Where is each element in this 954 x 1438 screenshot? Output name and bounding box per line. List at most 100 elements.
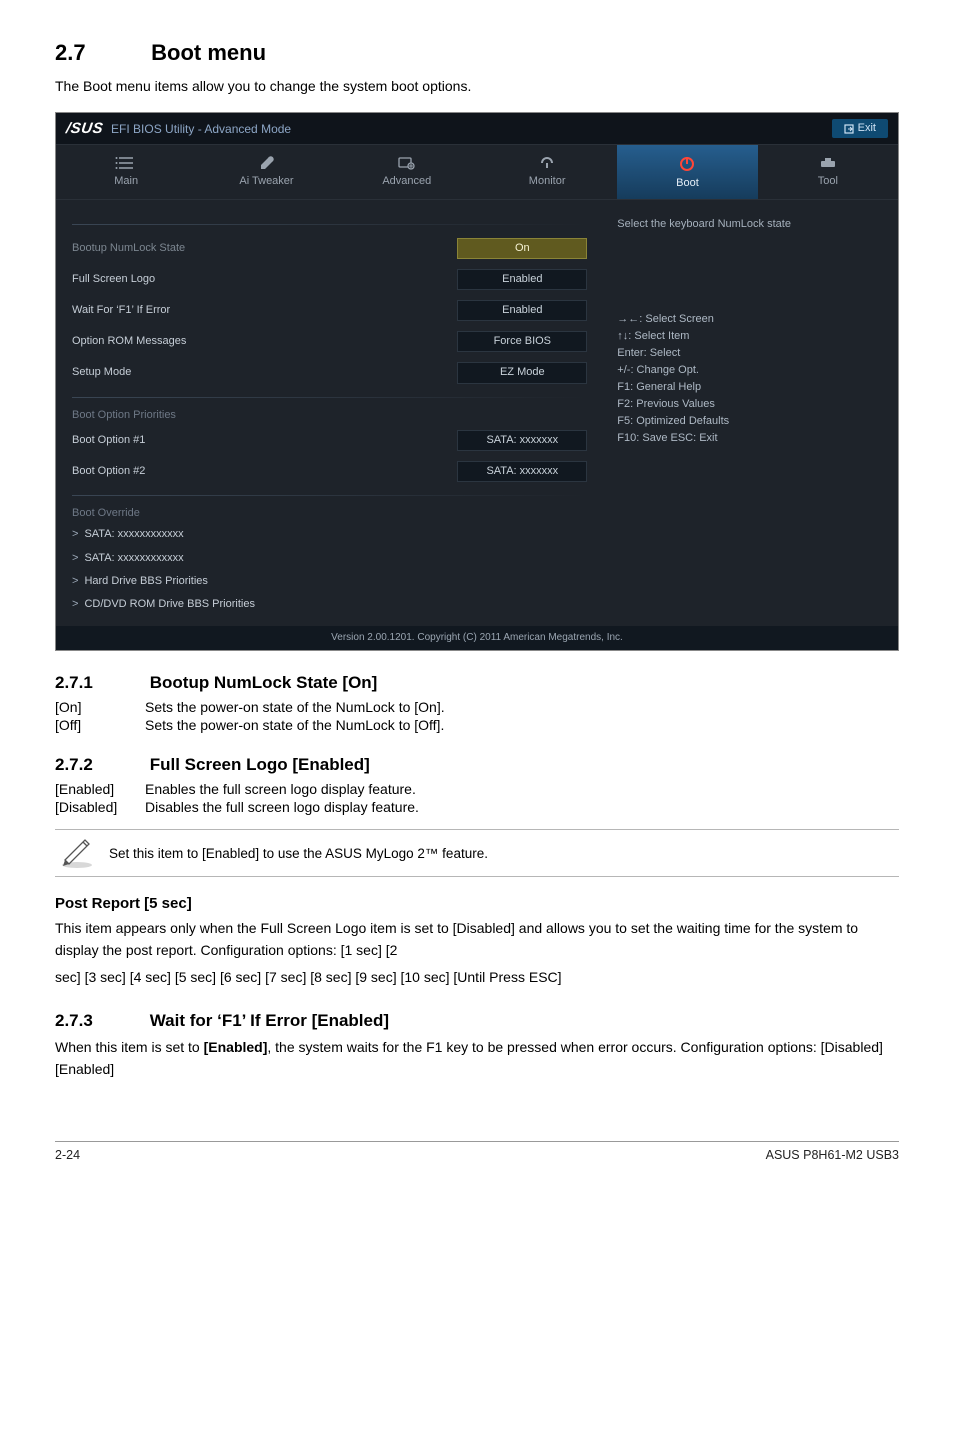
- label-setupmode: Setup Mode: [72, 366, 457, 379]
- value-logo[interactable]: Enabled: [457, 269, 587, 290]
- tab-monitor[interactable]: Monitor: [477, 145, 617, 198]
- monitor-icon: [536, 155, 558, 171]
- body-pre: When this item is set to: [55, 1039, 204, 1055]
- key-hints: →←: Select Screen ↑↓: Select Item Enter:…: [617, 311, 882, 447]
- section-intro: The Boot menu items allow you to change …: [55, 76, 899, 96]
- bios-title: EFI BIOS Utility - Advanced Mode: [111, 122, 291, 136]
- row-boot-opt1[interactable]: Boot Option #1 SATA: xxxxxxx: [72, 425, 587, 456]
- tab-boot[interactable]: Boot: [617, 145, 757, 198]
- def-val: Enables the full screen logo display fea…: [145, 781, 899, 797]
- def-key: [On]: [55, 699, 145, 715]
- def-list-271: [On]Sets the power-on state of the NumLo…: [55, 699, 899, 733]
- key-hint: ↑↓: Select Item: [617, 328, 882, 345]
- row-boot-opt2[interactable]: Boot Option #2 SATA: xxxxxxx: [72, 456, 587, 487]
- def-key: [Off]: [55, 717, 145, 733]
- row-numlock[interactable]: Bootup NumLock State On: [72, 233, 587, 264]
- def-val: Disables the full screen logo display fe…: [145, 799, 899, 815]
- tab-main-label: Main: [56, 175, 196, 188]
- key-hint: +/-: Change Opt.: [617, 362, 882, 379]
- value-waitf1[interactable]: Enabled: [457, 300, 587, 321]
- label-override-sata2: SATA: xxxxxxxxxxxx: [84, 552, 587, 565]
- note-pencil-icon: [57, 836, 97, 870]
- boot-override-header: Boot Override: [72, 504, 587, 523]
- row-override-sata1[interactable]: > SATA: xxxxxxxxxxxx: [72, 523, 587, 546]
- exit-button[interactable]: Exit: [832, 119, 888, 138]
- bios-titlebar: /SUS EFI BIOS Utility - Advanced Mode Ex…: [56, 113, 898, 144]
- tab-main[interactable]: Main: [56, 145, 196, 198]
- post-report-p1: This item appears only when the Full Scr…: [55, 918, 899, 961]
- wrench-icon: [255, 155, 277, 171]
- brand-logo: /SUS: [65, 120, 105, 138]
- tool-icon: [817, 155, 839, 171]
- boot-priorities-header: Boot Option Priorities: [72, 406, 587, 425]
- value-boot-opt2[interactable]: SATA: xxxxxxx: [457, 461, 587, 482]
- subsection-273-body: When this item is set to [Enabled], the …: [55, 1037, 899, 1080]
- key-hint: F1: General Help: [617, 379, 882, 396]
- label-optrom: Option ROM Messages: [72, 335, 457, 348]
- tab-boot-label: Boot: [617, 177, 757, 190]
- subsection-271: 2.7.1 Bootup NumLock State [On]: [55, 673, 899, 693]
- bios-right-pane: Select the keyboard NumLock state →←: Se…: [603, 200, 898, 626]
- tab-ai-label: Ai Tweaker: [196, 175, 336, 188]
- row-override-hdd[interactable]: > Hard Drive BBS Priorities: [72, 570, 587, 593]
- bios-left-pane: Bootup NumLock State On Full Screen Logo…: [56, 200, 603, 626]
- note-box: Set this item to [Enabled] to use the AS…: [55, 829, 899, 877]
- def-val: Sets the power-on state of the NumLock t…: [145, 717, 899, 733]
- post-report-heading: Post Report [5 sec]: [55, 895, 899, 912]
- def-key: [Enabled]: [55, 781, 145, 797]
- value-optrom[interactable]: Force BIOS: [457, 331, 587, 352]
- tab-advanced-label: Advanced: [337, 175, 477, 188]
- key-hint: Enter: Select: [617, 345, 882, 362]
- row-override-sata2[interactable]: > SATA: xxxxxxxxxxxx: [72, 547, 587, 570]
- def-key: [Disabled]: [55, 799, 145, 815]
- chevron-right-icon: >: [72, 552, 78, 565]
- post-report-p2: sec] [3 sec] [4 sec] [5 sec] [6 sec] [7 …: [55, 967, 899, 989]
- page-number: 2-24: [55, 1148, 80, 1162]
- page-footer: 2-24 ASUS P8H61-M2 USB3: [55, 1141, 899, 1162]
- chevron-right-icon: >: [72, 575, 78, 588]
- tab-monitor-label: Monitor: [477, 175, 617, 188]
- subsection-272: 2.7.2 Full Screen Logo [Enabled]: [55, 755, 899, 775]
- value-numlock[interactable]: On: [457, 238, 587, 259]
- tab-tool[interactable]: Tool: [758, 145, 898, 198]
- bios-panel: /SUS EFI BIOS Utility - Advanced Mode Ex…: [55, 112, 899, 651]
- row-waitf1[interactable]: Wait For ‘F1’ If Error Enabled: [72, 295, 587, 326]
- key-hint: F10: Save ESC: Exit: [617, 430, 882, 447]
- key-hint: F5: Optimized Defaults: [617, 413, 882, 430]
- label-boot-opt1: Boot Option #1: [72, 434, 457, 447]
- key-hint: →←: Select Screen: [617, 311, 882, 328]
- section-heading: 2.7 Boot menu: [55, 40, 899, 66]
- power-icon: [676, 155, 698, 173]
- label-numlock: Bootup NumLock State: [72, 242, 457, 255]
- product-name: ASUS P8H61-M2 USB3: [766, 1148, 899, 1162]
- label-boot-opt2: Boot Option #2: [72, 465, 457, 478]
- chevron-right-icon: >: [72, 598, 78, 611]
- subsection-number: 2.7.2: [55, 755, 145, 775]
- row-optrom[interactable]: Option ROM Messages Force BIOS: [72, 326, 587, 357]
- exit-label: Exit: [858, 122, 876, 135]
- value-boot-opt1[interactable]: SATA: xxxxxxx: [457, 430, 587, 451]
- tab-tool-label: Tool: [758, 175, 898, 188]
- row-logo[interactable]: Full Screen Logo Enabled: [72, 264, 587, 295]
- key-hint: F2: Previous Values: [617, 396, 882, 413]
- tab-advanced[interactable]: Advanced: [337, 145, 477, 198]
- label-logo: Full Screen Logo: [72, 273, 457, 286]
- label-override-sata1: SATA: xxxxxxxxxxxx: [84, 528, 587, 541]
- bios-tabs: Main Ai Tweaker Advanced Monitor Boot To…: [56, 144, 898, 199]
- value-setupmode[interactable]: EZ Mode: [457, 362, 587, 383]
- subsection-number: 2.7.3: [55, 1011, 145, 1031]
- chevron-right-icon: >: [72, 528, 78, 541]
- advanced-icon: [396, 155, 418, 171]
- label-override-hdd: Hard Drive BBS Priorities: [84, 575, 587, 588]
- section-title: Boot menu: [151, 40, 266, 65]
- subsection-number: 2.7.1: [55, 673, 145, 693]
- tab-ai-tweaker[interactable]: Ai Tweaker: [196, 145, 336, 198]
- subsection-title: Full Screen Logo [Enabled]: [150, 755, 370, 774]
- row-setupmode[interactable]: Setup Mode EZ Mode: [72, 357, 587, 388]
- label-waitf1: Wait For ‘F1’ If Error: [72, 304, 457, 317]
- row-override-cd[interactable]: >CD/DVD ROM Drive BBS Priorities: [72, 593, 587, 616]
- bios-footer: Version 2.00.1201. Copyright (C) 2011 Am…: [56, 626, 898, 650]
- subsection-title: Bootup NumLock State [On]: [150, 673, 378, 692]
- help-text: Select the keyboard NumLock state: [617, 218, 882, 231]
- body-bold: [Enabled]: [204, 1039, 268, 1055]
